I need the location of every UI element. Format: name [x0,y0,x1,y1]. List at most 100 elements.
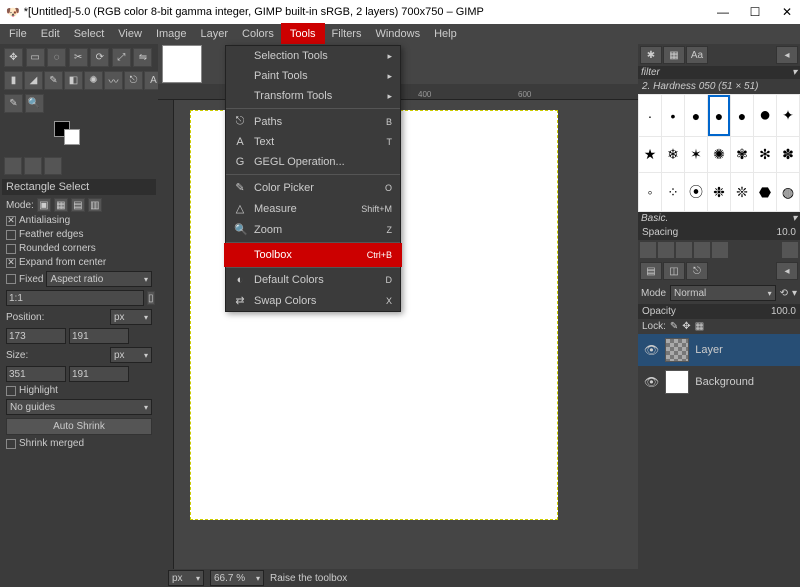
menu-swap-colors[interactable]: ⇄Swap ColorsX [226,290,400,311]
menu-paths[interactable]: ⎋PathsB [226,111,400,132]
brush-item[interactable]: ❄ [662,137,684,172]
brush-item[interactable]: ⁘ [662,173,684,211]
tab-menu-icon[interactable]: ◂ [776,46,798,64]
pattern-indicator[interactable] [24,157,42,175]
del-brush-icon[interactable] [694,242,710,258]
lock-alpha-icon[interactable]: ▦ [695,321,704,332]
layer-name[interactable]: Background [695,376,754,388]
guides-select[interactable]: No guides▾ [6,399,152,415]
rounded-checkbox[interactable] [6,244,16,254]
paths-tab-icon[interactable]: ⎋ [686,262,708,280]
tool-rect-select-icon[interactable]: ▭ [26,48,45,67]
tool-smudge-icon[interactable]: 〰 [104,71,123,90]
brush-item[interactable]: · [639,95,661,136]
edit-brush-icon[interactable] [640,242,656,258]
menu-colors[interactable]: Colors [235,25,281,43]
tool-eraser-icon[interactable]: ◧ [64,71,83,90]
new-brush-icon[interactable] [658,242,674,258]
menu-select[interactable]: Select [67,25,112,43]
menu-layer[interactable]: Layer [194,25,236,43]
position-unit-select[interactable]: px▾ [110,309,152,325]
tool-flip-icon[interactable]: ⇋ [133,48,152,67]
menu-selection-tools[interactable]: Selection Tools▸ [226,46,400,66]
basic-preset[interactable]: Basic. [641,213,668,224]
dup-brush-icon[interactable] [676,242,692,258]
brush-item[interactable]: ✽ [777,137,799,172]
brush-item[interactable]: ● [731,95,753,136]
background-color-swatch[interactable] [64,129,80,145]
menu-edit[interactable]: Edit [34,25,67,43]
aspect-portrait-icon[interactable]: ▯ [147,291,155,305]
brush-item[interactable]: ● [708,95,730,136]
menu-tools[interactable]: Tools [281,23,325,45]
layer-row[interactable]: 👁 Background [638,366,800,398]
tab-menu-icon[interactable]: ◂ [776,262,798,280]
layers-tab-icon[interactable]: ▤ [640,262,662,280]
size-w-input[interactable] [6,366,66,382]
aspect-value-input[interactable] [6,290,144,306]
visibility-eye-icon[interactable]: 👁 [644,343,659,357]
layer-name[interactable]: Layer [695,344,723,356]
mode-next-icon[interactable]: ▾ [792,288,797,299]
layer-mode-select[interactable]: Normal▾ [670,285,776,301]
menu-file[interactable]: File [2,25,34,43]
window-close-button[interactable]: ✕ [780,5,794,19]
brush-item[interactable]: • [662,95,684,136]
position-y-input[interactable] [69,328,129,344]
aspect-ratio-select[interactable]: Aspect ratio▾ [46,271,152,287]
tool-gradient-icon[interactable]: ◢ [24,71,43,90]
menu-default-colors[interactable]: ◐Default ColorsD [226,270,400,290]
mode-add-icon[interactable]: ▦ [54,198,68,212]
tool-scale-icon[interactable]: ⤢ [112,48,131,67]
brushes-tab-icon[interactable]: ✱ [640,46,662,64]
brush-item[interactable]: ❉ [708,173,730,211]
brush-item[interactable]: ✻ [754,137,776,172]
menu-image[interactable]: Image [149,25,194,43]
brush-item[interactable]: ● [754,95,776,136]
gradient-indicator[interactable] [44,157,62,175]
position-x-input[interactable] [6,328,66,344]
tool-picker-icon[interactable]: ✎ [4,94,23,113]
tool-path-icon[interactable]: ⎋ [124,71,143,90]
menu-help[interactable]: Help [427,25,464,43]
opacity-slider[interactable]: Opacity100.0 [638,304,800,319]
brush-indicator[interactable] [4,157,22,175]
refresh-brush-icon[interactable] [712,242,728,258]
lock-position-icon[interactable]: ✥ [682,321,690,332]
status-unit-select[interactable]: px▾ [168,570,204,586]
menu-gegl[interactable]: GGEGL Operation... [226,152,400,172]
status-zoom-select[interactable]: 66.7 %▾ [210,570,264,586]
menu-zoom[interactable]: 🔍ZoomZ [226,219,400,240]
canvas-tab-thumb[interactable] [162,45,202,83]
shrink-merged-checkbox[interactable] [6,439,16,449]
lock-pixels-icon[interactable]: ✎ [670,321,678,332]
menu-paint-tools[interactable]: Paint Tools▸ [226,66,400,86]
menu-measure[interactable]: △MeasureShift+M [226,198,400,219]
tool-rotate-icon[interactable]: ⟳ [90,48,109,67]
brush-item[interactable]: ✺ [708,137,730,172]
mode-prev-icon[interactable]: ⟲ [780,288,788,299]
brush-item[interactable]: ⦿ [685,173,707,211]
size-h-input[interactable] [69,366,129,382]
mode-intersect-icon[interactable]: ▥ [88,198,102,212]
window-maximize-button[interactable]: ☐ [748,5,762,19]
spacing-slider[interactable]: Spacing10.0 [638,225,800,240]
brush-zoom-icon[interactable] [782,242,798,258]
brush-filter-input[interactable]: filter [641,67,660,78]
layer-row[interactable]: 👁 Layer [638,334,800,366]
brush-item[interactable]: ★ [639,137,661,172]
patterns-tab-icon[interactable]: ▦ [663,46,685,64]
menu-text[interactable]: ATextT [226,132,400,152]
fg-bg-color[interactable] [2,115,156,155]
brush-item[interactable]: ⬣ [754,173,776,211]
tool-crop-icon[interactable]: ✂ [69,48,88,67]
mode-sub-icon[interactable]: ▤ [71,198,85,212]
tool-free-select-icon[interactable]: ◌ [47,48,66,67]
tool-bucket-icon[interactable]: ▮ [4,71,23,90]
menu-toolbox[interactable]: ToolboxCtrl+B [226,245,400,265]
tool-pencil-icon[interactable]: ✎ [44,71,63,90]
tool-clone-icon[interactable]: ✺ [84,71,103,90]
menu-view[interactable]: View [111,25,149,43]
brush-item[interactable]: ● [685,95,707,136]
brush-item[interactable]: ✶ [685,137,707,172]
